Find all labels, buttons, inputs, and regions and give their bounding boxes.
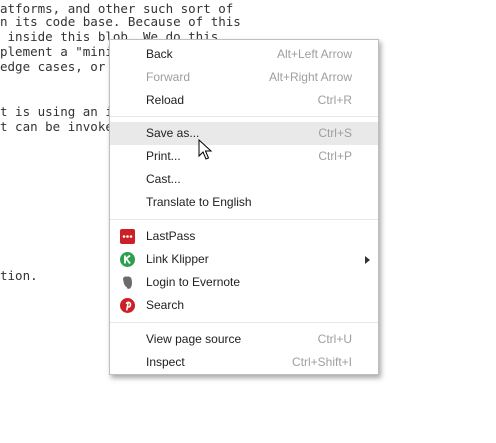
text-line: t can be invoked (0, 119, 121, 134)
menu-item-label: Link Klipper (146, 252, 209, 266)
menu-item-cast[interactable]: Cast... (110, 168, 378, 191)
menu-item-lastpass[interactable]: LastPass (110, 225, 378, 248)
menu-separator (110, 322, 378, 323)
menu-item-reload[interactable]: Reload Ctrl+R (110, 89, 378, 112)
lastpass-icon (120, 229, 135, 244)
menu-item-label: Back (146, 47, 173, 61)
text-line: n its code base. Because of this (0, 14, 241, 29)
menu-item-print[interactable]: Print... Ctrl+P (110, 145, 378, 168)
menu-item-label: LastPass (146, 229, 196, 243)
menu-item-label: View page source (146, 332, 242, 346)
menu-item-save-as[interactable]: Save as... Ctrl+S (110, 122, 378, 145)
menu-item-evernote[interactable]: Login to Evernote (110, 271, 378, 294)
menu-item-label: Cast... (146, 172, 181, 186)
menu-item-back[interactable]: Back Alt+Left Arrow (110, 43, 378, 66)
menu-item-label: Print... (146, 149, 181, 163)
context-menu: Back Alt+Left Arrow Forward Alt+Right Ar… (109, 39, 379, 375)
menu-item-shortcut: Ctrl+P (318, 149, 352, 163)
menu-separator (110, 116, 378, 117)
menu-item-shortcut: Alt+Left Arrow (276, 47, 352, 61)
mouse-cursor-icon (198, 139, 213, 160)
menu-item-label: Login to Evernote (146, 275, 241, 289)
link-klipper-icon (120, 252, 135, 267)
text-line: tion. (0, 268, 38, 283)
menu-item-inspect[interactable]: Inspect Ctrl+Shift+I (110, 351, 378, 374)
menu-item-shortcut: Alt+Right Arrow (268, 70, 352, 84)
menu-item-translate[interactable]: Translate to English (110, 191, 378, 214)
menu-item-shortcut: Ctrl+R (317, 93, 352, 107)
text-line: plement a "mini (0, 44, 113, 59)
menu-item-label: Inspect (146, 355, 185, 369)
submenu-arrow-icon (365, 256, 370, 264)
evernote-icon (123, 276, 132, 289)
menu-item-shortcut: Ctrl+S (318, 126, 352, 140)
menu-item-link-klipper[interactable]: Link Klipper (110, 248, 378, 271)
menu-item-forward[interactable]: Forward Alt+Right Arrow (110, 66, 378, 89)
pinterest-icon (120, 298, 135, 313)
menu-item-label: Forward (146, 70, 191, 84)
menu-separator (110, 219, 378, 220)
menu-item-label: Translate to English (146, 195, 252, 209)
menu-item-view-source[interactable]: View page source Ctrl+U (110, 328, 378, 351)
text-line: t is using an i (0, 104, 113, 119)
menu-item-shortcut: Ctrl+U (317, 332, 352, 346)
menu-item-shortcut: Ctrl+Shift+I (291, 355, 352, 369)
menu-item-label: Reload (146, 93, 185, 107)
menu-item-label: Search (146, 298, 185, 312)
menu-item-label: Save as... (146, 126, 200, 140)
text-line: edge cases, or (0, 59, 106, 74)
menu-item-search[interactable]: Search (110, 294, 378, 317)
